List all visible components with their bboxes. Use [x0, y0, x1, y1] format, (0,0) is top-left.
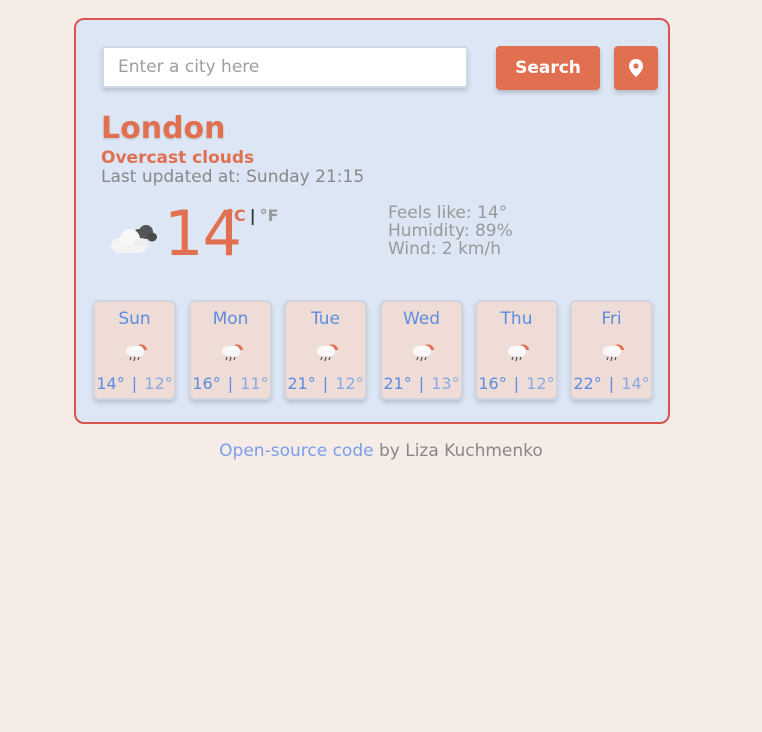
overcast-clouds-icon: [111, 225, 157, 253]
forecast-max: 16°: [478, 374, 507, 393]
forecast-min: 13°: [431, 374, 460, 393]
weather-description: Overcast clouds: [101, 148, 255, 168]
map-pin-icon: [629, 59, 643, 77]
source-code-link[interactable]: Open-source code: [219, 441, 373, 461]
forecast-min: 12°: [335, 374, 364, 393]
search-button[interactable]: Search: [496, 46, 600, 90]
rain-icon: [508, 344, 529, 362]
forecast-max: 21°: [383, 374, 412, 393]
forecast-day: Fri 22° | 14°: [570, 300, 653, 400]
city-search-input[interactable]: [102, 46, 468, 88]
unit-separator: |: [249, 206, 256, 225]
city-name: London: [101, 111, 226, 146]
rain-icon: [413, 344, 434, 362]
forecast-min: 14°: [621, 374, 650, 393]
celsius-link[interactable]: °C: [226, 206, 246, 225]
weather-card: Search London Overcast clouds Last updat…: [74, 18, 670, 424]
forecast-min: 12°: [144, 374, 173, 393]
forecast-day: Sun 14° | 12°: [93, 300, 176, 400]
footer-author: by Liza Kuchmenko: [373, 441, 543, 461]
forecast-day-name: Tue: [310, 309, 341, 329]
rain-icon: [603, 344, 624, 362]
humidity: Humidity: 89%: [388, 221, 513, 241]
forecast-day: Wed 21° | 13°: [380, 300, 463, 400]
forecast-max: 22°: [573, 374, 602, 393]
rain-icon: [317, 344, 338, 362]
forecast-day: Tue 21° | 12°: [284, 300, 367, 400]
forecast-max: 16°: [192, 374, 221, 393]
rain-icon: [222, 344, 243, 362]
footer: Open-source code by Liza Kuchmenko: [0, 440, 762, 462]
forecast-day: Thu 16° | 12°: [475, 300, 558, 400]
fahrenheit-link[interactable]: °F: [260, 206, 279, 225]
feels-like: Feels like: 14°: [388, 203, 508, 223]
last-updated: Last updated at: Sunday 21:15: [101, 167, 364, 187]
last-updated-label: Last updated at:: [101, 167, 241, 187]
forecast-temps: 21° | 12°: [287, 374, 364, 393]
unit-toggle: °C | °F: [226, 206, 279, 226]
forecast-temps: 16° | 11°: [192, 374, 269, 393]
forecast-max: 21°: [287, 374, 316, 393]
forecast-row: Sun 14° | 12° Mon 16° | 11° Tue 21° | 12…: [93, 300, 659, 400]
forecast-max: 14°: [96, 374, 125, 393]
forecast-day-name: Wed: [402, 309, 441, 329]
weather-details: Feels like: 14° Humidity: 89% Wind: 2 km…: [388, 204, 513, 258]
rain-icon: [126, 344, 147, 362]
forecast-temps: 22° | 14°: [573, 374, 650, 393]
forecast-day-name: Sun: [118, 309, 151, 329]
forecast-day-name: Fri: [601, 309, 622, 329]
forecast-day-name: Mon: [212, 309, 249, 329]
current-location-button[interactable]: [614, 46, 658, 90]
forecast-day-name: Thu: [500, 309, 533, 329]
forecast-min: 11°: [240, 374, 269, 393]
forecast-temps: 21° | 13°: [383, 374, 460, 393]
forecast-temps: 14° | 12°: [96, 374, 173, 393]
last-updated-time: Sunday 21:15: [246, 167, 365, 187]
wind: Wind: 2 km/h: [388, 239, 501, 259]
forecast-day: Mon 16° | 11°: [189, 300, 272, 400]
forecast-temps: 16° | 12°: [478, 374, 555, 393]
forecast-min: 12°: [526, 374, 555, 393]
